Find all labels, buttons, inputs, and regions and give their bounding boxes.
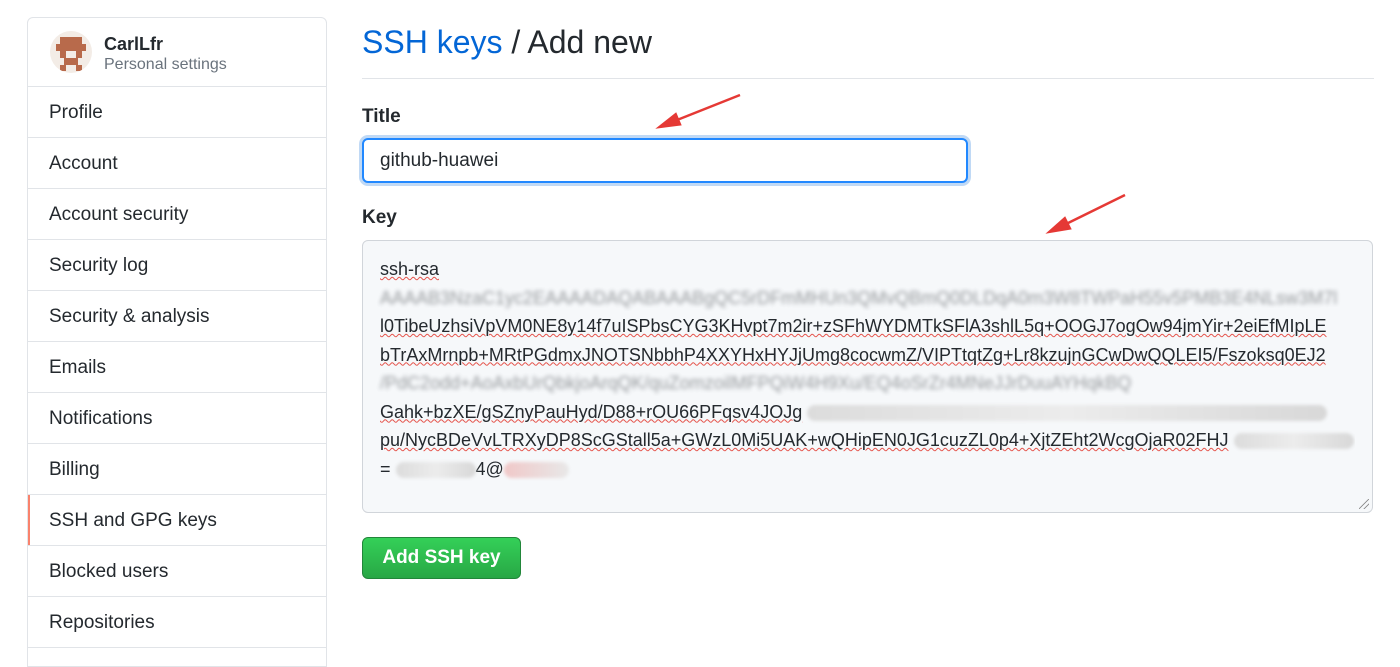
breadcrumb-separator: /	[502, 24, 528, 60]
add-ssh-key-button[interactable]: Add SSH key	[362, 537, 521, 579]
sidebar-item-profile[interactable]: Profile	[28, 87, 326, 138]
arrow-icon	[655, 93, 741, 129]
sidebar-item-repositories[interactable]: Repositories	[28, 597, 326, 648]
redacted-blur	[395, 461, 476, 478]
redacted-blur	[807, 404, 1328, 421]
key-line: AAAAB3NzaC1yc2EAAAADAQABAAABgQC5rDFmMHUn…	[380, 287, 1338, 308]
breadcrumb-ssh-keys-link[interactable]: SSH keys	[362, 24, 502, 60]
arrow-icon	[1045, 193, 1126, 234]
sidebar-item-security-analysis[interactable]: Security & analysis	[28, 291, 326, 342]
sidebar-item-account-security[interactable]: Account security	[28, 189, 326, 240]
settings-sidebar: CarlLfr Personal settings Profile Accoun…	[27, 17, 327, 667]
key-line: pu/NycBDeVvLTRXyDP8ScGStall5a+GWzL0Mi5UA…	[380, 426, 1355, 455]
sidebar-item-ssh-gpg-keys[interactable]: SSH and GPG keys	[28, 495, 326, 546]
sidebar-item-account[interactable]: Account	[28, 138, 326, 189]
sidebar-item-emails[interactable]: Emails	[28, 342, 326, 393]
key-line: ssh-rsa	[380, 259, 440, 279]
key-line: l0TibeUzhsiVpVM0NE8y14f7uISPbsCYG3KHvpt7…	[380, 316, 1327, 336]
title-label: Title	[362, 106, 401, 127]
page-title: SSH keys / Add new	[362, 24, 652, 61]
profile-header[interactable]: CarlLfr Personal settings	[28, 18, 326, 87]
key-line: bTrAxMrnpb+MRtPGdmxJNOTSNbbhP4XXYHxHYJjU…	[380, 344, 1326, 365]
avatar	[50, 31, 92, 73]
sidebar-item-security-log[interactable]: Security log	[28, 240, 326, 291]
key-textarea[interactable]: ssh-rsa AAAAB3NzaC1yc2EAAAADAQABAAABgQC5…	[362, 240, 1373, 513]
header-divider	[362, 78, 1374, 79]
sidebar-item-blocked-users[interactable]: Blocked users	[28, 546, 326, 597]
resize-handle[interactable]	[1359, 499, 1369, 509]
user-name[interactable]: CarlLfr	[104, 34, 163, 55]
sidebar-item-notifications[interactable]: Notifications	[28, 393, 326, 444]
redacted-blur	[503, 461, 569, 478]
user-subtitle: Personal settings	[104, 56, 227, 73]
key-line: Gahk+bzXE/gSZnyPauHyd/D88+rOU66PFqsv4JOJ…	[380, 398, 1355, 427]
sidebar-item-billing[interactable]: Billing	[28, 444, 326, 495]
key-line: /PdC2odd+AoAxbUrQbkjoArqQK/quZomzoilMFPQ…	[380, 373, 1132, 393]
breadcrumb-current: Add new	[527, 24, 652, 60]
key-line: = 4@	[380, 455, 1355, 484]
key-label: Key	[362, 207, 397, 228]
redacted-blur	[1233, 433, 1354, 450]
title-input[interactable]	[362, 138, 968, 183]
